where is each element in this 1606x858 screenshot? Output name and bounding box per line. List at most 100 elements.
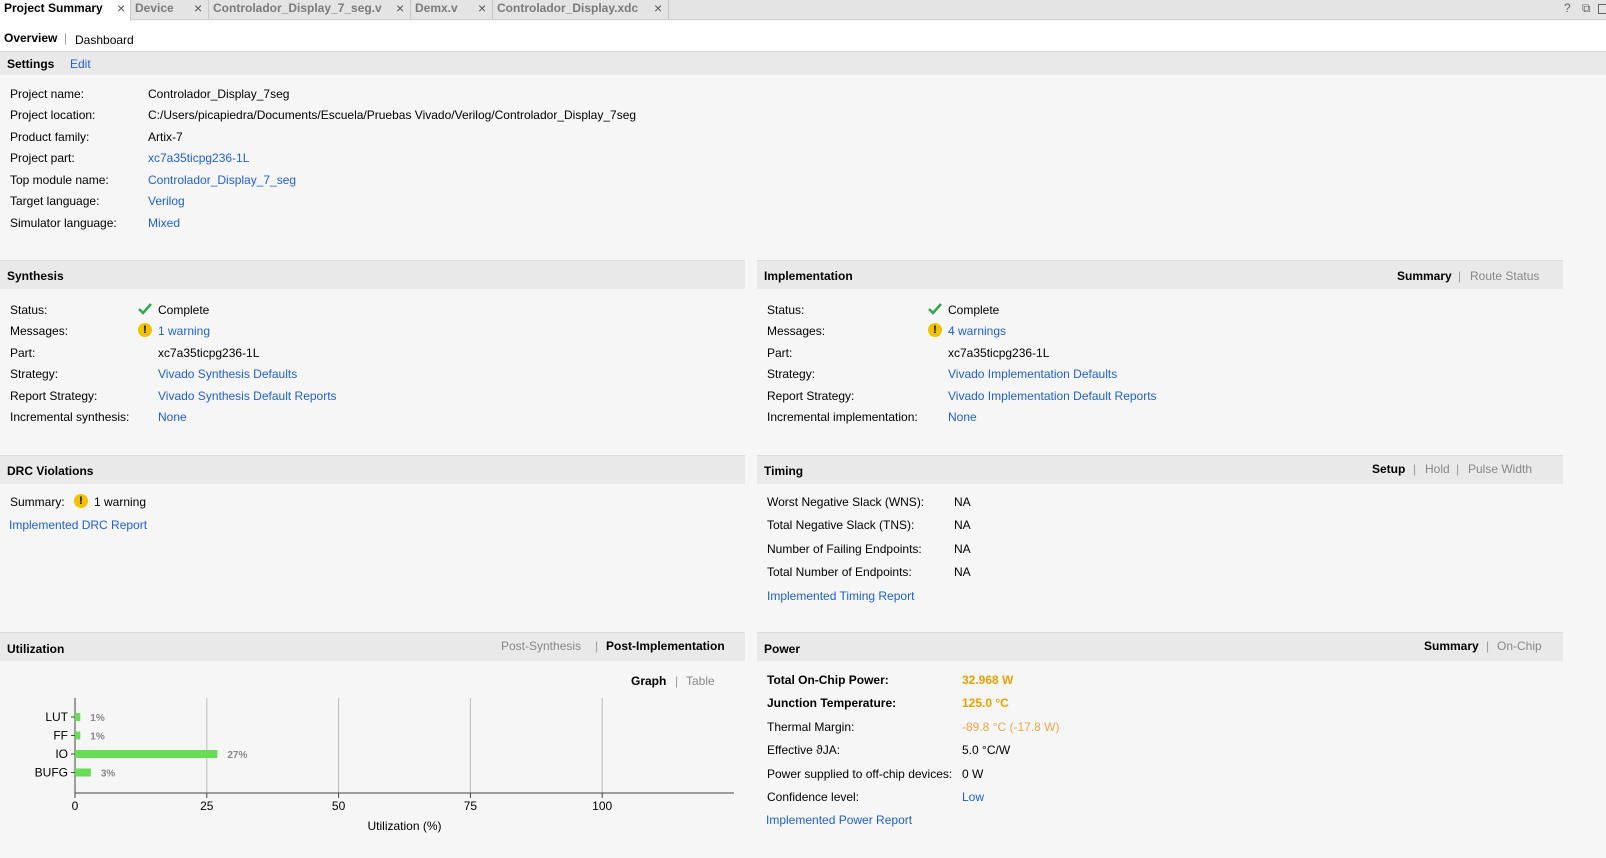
timing-pulse-width-tab[interactable]: Pulse Width	[1468, 462, 1532, 476]
incremental-synthesis-label: Incremental synthesis:	[10, 410, 130, 424]
offchip-power-label: Power supplied to off-chip devices:	[767, 767, 953, 781]
project-name-value: Controlador_Display_7seg	[148, 87, 290, 101]
wns-value: NA	[954, 495, 971, 509]
synthesis-messages-link[interactable]: 1 warning	[158, 324, 210, 338]
total-power-value: 32.968 W	[962, 673, 1014, 687]
post-synthesis-tab[interactable]: Post-Synthesis	[501, 639, 581, 653]
data-label: 3%	[101, 769, 116, 780]
settings-title: Settings	[7, 57, 55, 71]
junction-temp-label: Junction Temperature:	[767, 696, 897, 710]
close-icon[interactable]: ×	[117, 0, 125, 16]
x-tick-label: 0	[72, 799, 79, 813]
x-axis-label: Utilization (%)	[367, 819, 441, 833]
dashboard-tab[interactable]: Dashboard	[75, 33, 134, 47]
power-report-link[interactable]: Implemented Power Report	[766, 813, 912, 827]
table-tab[interactable]: Table	[686, 674, 715, 688]
separator: |	[1486, 639, 1490, 653]
separator: |	[675, 674, 679, 688]
strategy-label: Strategy:	[10, 367, 59, 381]
setting-label: Project location:	[10, 108, 96, 122]
implementation-title: Implementation	[764, 269, 853, 283]
total-power-label: Total On-Chip Power:	[767, 673, 889, 687]
wns-label: Worst Negative Slack (WNS):	[767, 495, 925, 509]
report-strategy-label: Report Strategy:	[10, 389, 98, 403]
data-label: 1%	[90, 713, 105, 724]
timing-report-link[interactable]: Implemented Timing Report	[767, 589, 914, 603]
setting-label: Project part:	[10, 151, 75, 165]
tns-value: NA	[954, 518, 971, 532]
category-label: IO	[55, 747, 68, 761]
drc-header: DRC Violations	[0, 455, 745, 484]
warning-icon: !	[138, 323, 152, 337]
top-module-link[interactable]: Controlador_Display_7_seg	[148, 173, 296, 187]
implementation-messages-link[interactable]: 4 warnings	[948, 324, 1006, 338]
settings-edit-link[interactable]: Edit	[70, 57, 91, 71]
product-family-value: Artix-7	[148, 130, 183, 144]
power-summary-tab[interactable]: Summary	[1424, 639, 1479, 653]
tab-controlador-display-7-seg-v[interactable]: Controlador_Display_7_seg.v ×	[209, 0, 411, 20]
confidence-link[interactable]: Low	[962, 790, 984, 804]
part-label: Part:	[10, 346, 36, 360]
x-tick-label: 25	[200, 799, 214, 813]
status-label: Status:	[10, 303, 48, 317]
synthesis-report-strategy-link[interactable]: Vivado Synthesis Default Reports	[158, 389, 337, 403]
close-icon[interactable]: ×	[478, 0, 486, 16]
tab-project-summary[interactable]: Project Summary ×	[0, 0, 131, 21]
setting-label: Simulator language:	[10, 216, 117, 230]
report-strategy-label: Report Strategy:	[767, 389, 855, 403]
post-implementation-tab[interactable]: Post-Implementation	[606, 639, 725, 653]
tab-controlador-display-xdc[interactable]: Controlador_Display.xdc ×	[493, 0, 669, 20]
target-language-link[interactable]: Verilog	[148, 194, 185, 208]
synthesis-status: Complete	[158, 303, 210, 317]
close-icon[interactable]: ×	[654, 0, 662, 16]
power-header: Power Summary | On-Chip	[757, 632, 1563, 661]
close-icon[interactable]: ×	[396, 0, 404, 16]
data-label: 27%	[227, 750, 247, 761]
bar	[75, 750, 218, 758]
restore-icon[interactable]: ⧉	[1582, 1, 1591, 16]
setting-label: Top module name:	[10, 173, 109, 187]
synthesis-header: Synthesis	[0, 260, 745, 289]
utilization-title: Utilization	[7, 642, 65, 656]
effective-theta-label: Effective ϑJA:	[767, 743, 841, 757]
project-part-link[interactable]: xc7a35ticpg236-1L	[148, 151, 249, 165]
help-icon[interactable]: ?	[1564, 1, 1571, 15]
synthesis-part: xc7a35ticpg236-1L	[158, 346, 260, 360]
implementation-part: xc7a35ticpg236-1L	[948, 346, 1050, 360]
implementation-summary-tab[interactable]: Summary	[1397, 269, 1452, 283]
tab-label: Demx.v	[415, 1, 458, 15]
bar	[75, 713, 81, 721]
power-onchip-tab[interactable]: On-Chip	[1497, 639, 1542, 653]
category-label: BUFG	[35, 766, 68, 780]
overview-tab[interactable]: Overview	[4, 31, 57, 45]
tab-device[interactable]: Device ×	[131, 0, 209, 20]
graph-tab[interactable]: Graph	[631, 674, 666, 688]
maximize-icon[interactable]	[1598, 4, 1606, 14]
timing-setup-tab[interactable]: Setup	[1372, 462, 1405, 476]
timing-hold-tab[interactable]: Hold	[1425, 462, 1450, 476]
category-label: LUT	[45, 710, 68, 724]
thermal-margin-value: -89.8 °C (-17.8 W)	[962, 720, 1060, 734]
synthesis-title: Synthesis	[7, 269, 64, 283]
part-label: Part:	[767, 346, 793, 360]
total-endpoints-value: NA	[954, 565, 971, 579]
synthesis-strategy-link[interactable]: Vivado Synthesis Defaults	[158, 367, 297, 381]
setting-label: Target language:	[10, 194, 100, 208]
implementation-report-strategy-link[interactable]: Vivado Implementation Default Reports	[948, 389, 1157, 403]
summary-subnav: Overview | Dashboard	[0, 21, 1606, 51]
drc-summary-label: Summary:	[10, 495, 65, 509]
drc-report-link[interactable]: Implemented DRC Report	[9, 518, 147, 532]
implementation-strategy-link[interactable]: Vivado Implementation Defaults	[948, 367, 1117, 381]
route-status-tab[interactable]: Route Status	[1470, 269, 1539, 283]
category-label: FF	[53, 729, 68, 743]
utilization-chart: 0 25 50 75 100 LUT 1% FF 1% IO 27% BUFG 3% Utilizatio…	[35, 698, 734, 833]
close-icon[interactable]: ×	[194, 0, 202, 16]
messages-label: Messages:	[767, 324, 826, 338]
incremental-synthesis-link[interactable]: None	[158, 410, 187, 424]
setting-label: Product family:	[10, 130, 90, 144]
simulator-language-link[interactable]: Mixed	[148, 216, 180, 230]
bar	[75, 731, 81, 740]
implementation-status: Complete	[948, 303, 1000, 317]
incremental-implementation-link[interactable]: None	[948, 410, 977, 424]
tab-demx-v[interactable]: Demx.v ×	[411, 0, 493, 20]
